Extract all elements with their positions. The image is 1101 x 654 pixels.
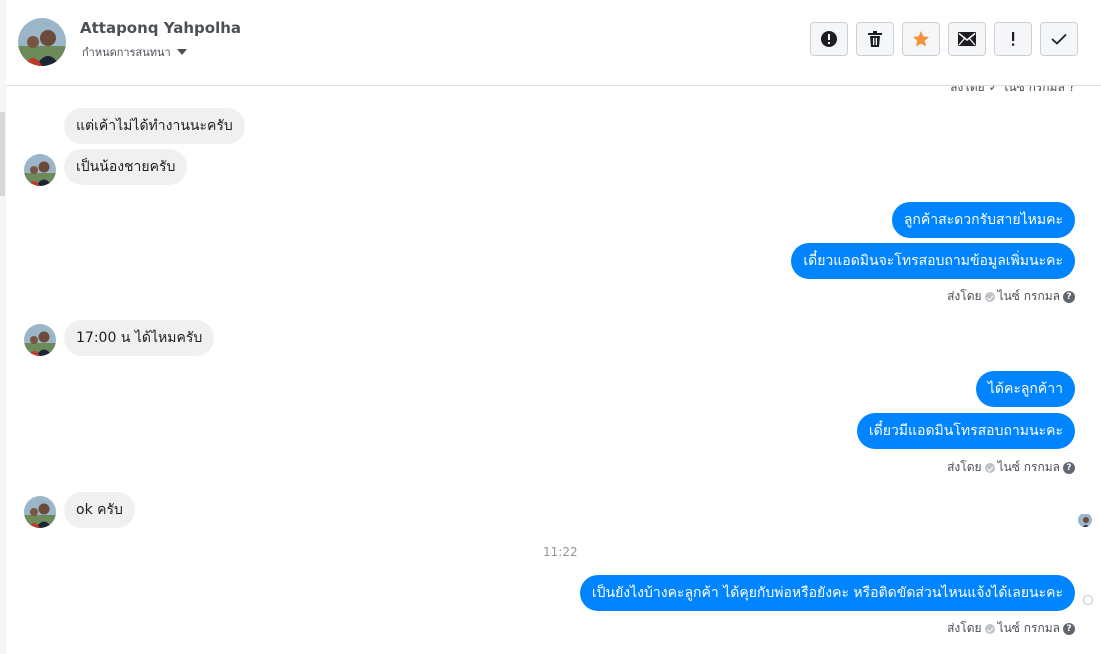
outgoing-message[interactable]: ได้คะลูกค้าา — [975, 371, 1075, 407]
outgoing-message[interactable]: ลูกค้าสะดวกรับสายไหมคะ — [891, 202, 1075, 238]
verified-icon — [984, 462, 995, 473]
conversation-toolbar — [810, 22, 1078, 56]
incoming-message[interactable]: ok ครับ — [64, 492, 135, 528]
contact-name[interactable]: Attaponq Yahpolha — [80, 19, 241, 37]
message-thread[interactable]: ส่งโดย ✓ ไนซ์ กรกมล ? แต่เค้าไม่ได้ทำงาน… — [6, 86, 1101, 654]
delivered-icon — [1083, 595, 1093, 605]
outgoing-message[interactable]: เดี๋ยวมีแอดมินโทรสอบถามนะคะ — [856, 413, 1075, 449]
report-button[interactable] — [810, 22, 848, 56]
star-button[interactable] — [902, 22, 940, 56]
sent-by-prefix: ส่งโดย — [947, 621, 982, 635]
star-icon — [913, 31, 929, 47]
incoming-message[interactable]: 17:00 น ได้ไหมครับ — [64, 320, 215, 356]
contact-avatar-small[interactable] — [24, 496, 56, 528]
message-timestamp: 11:22 — [543, 545, 578, 559]
outgoing-message[interactable]: เป็นยังไงบ้างคะลูกค้า ได้คุยกับพ่อหรือยั… — [579, 575, 1075, 611]
trash-icon — [868, 31, 882, 47]
sent-by-prefix: ส่งโดย — [947, 460, 982, 474]
sender-name[interactable]: ไนซ์ กรกมล — [998, 458, 1060, 477]
verified-icon — [984, 623, 995, 634]
contact-avatar[interactable] — [18, 18, 66, 66]
help-icon[interactable]: ? — [1063, 290, 1075, 303]
sent-by-clipped: ส่งโดย ✓ ไนซ์ กรกมล ? — [950, 86, 1075, 94]
contact-avatar-small[interactable] — [24, 154, 56, 186]
sent-by-label: ส่งโดย ไนซ์ กรกมล ? — [947, 458, 1075, 477]
exclamation-icon — [1012, 32, 1015, 46]
envelope-icon — [958, 32, 976, 46]
check-icon — [1051, 33, 1067, 45]
caret-down-icon — [176, 49, 187, 55]
sender-name[interactable]: ไนซ์ กรกมล — [998, 287, 1060, 306]
outgoing-message[interactable]: เดี๋ยวแอดมินจะโทรสอบถามข้อมูลเพิ่มนะคะ — [791, 243, 1075, 279]
seen-indicator-avatar — [1078, 513, 1092, 527]
delete-button[interactable] — [856, 22, 894, 56]
conversation-settings-dropdown[interactable]: กำหนดการสนทนา — [82, 43, 187, 61]
help-icon[interactable]: ? — [1063, 622, 1075, 635]
verified-icon — [984, 291, 995, 302]
mark-unread-button[interactable] — [948, 22, 986, 56]
sent-by-label: ส่งโดย ไนซ์ กรกมล ? — [947, 287, 1075, 306]
sent-by-label: ส่งโดย ไนซ์ กรกมล ? — [947, 619, 1075, 638]
contact-avatar-small[interactable] — [24, 324, 56, 356]
sender-name[interactable]: ไนซ์ กรกมล — [998, 619, 1060, 638]
scroll-thumb[interactable] — [0, 112, 5, 196]
mark-done-button[interactable] — [1040, 22, 1078, 56]
help-icon[interactable]: ? — [1063, 461, 1075, 474]
incoming-message[interactable]: แต่เค้าไม่ได้ทำงานนะครับ — [64, 108, 245, 144]
report-icon — [821, 31, 837, 47]
conversation-header: Attaponq Yahpolha กำหนดการสนทนา — [6, 0, 1101, 86]
conversation-settings-label: กำหนดการสนทนา — [82, 46, 171, 59]
incoming-message[interactable]: เป็นน้องชายครับ — [64, 149, 188, 185]
sent-by-prefix: ส่งโดย — [947, 289, 982, 303]
mark-spam-button[interactable] — [994, 22, 1032, 56]
